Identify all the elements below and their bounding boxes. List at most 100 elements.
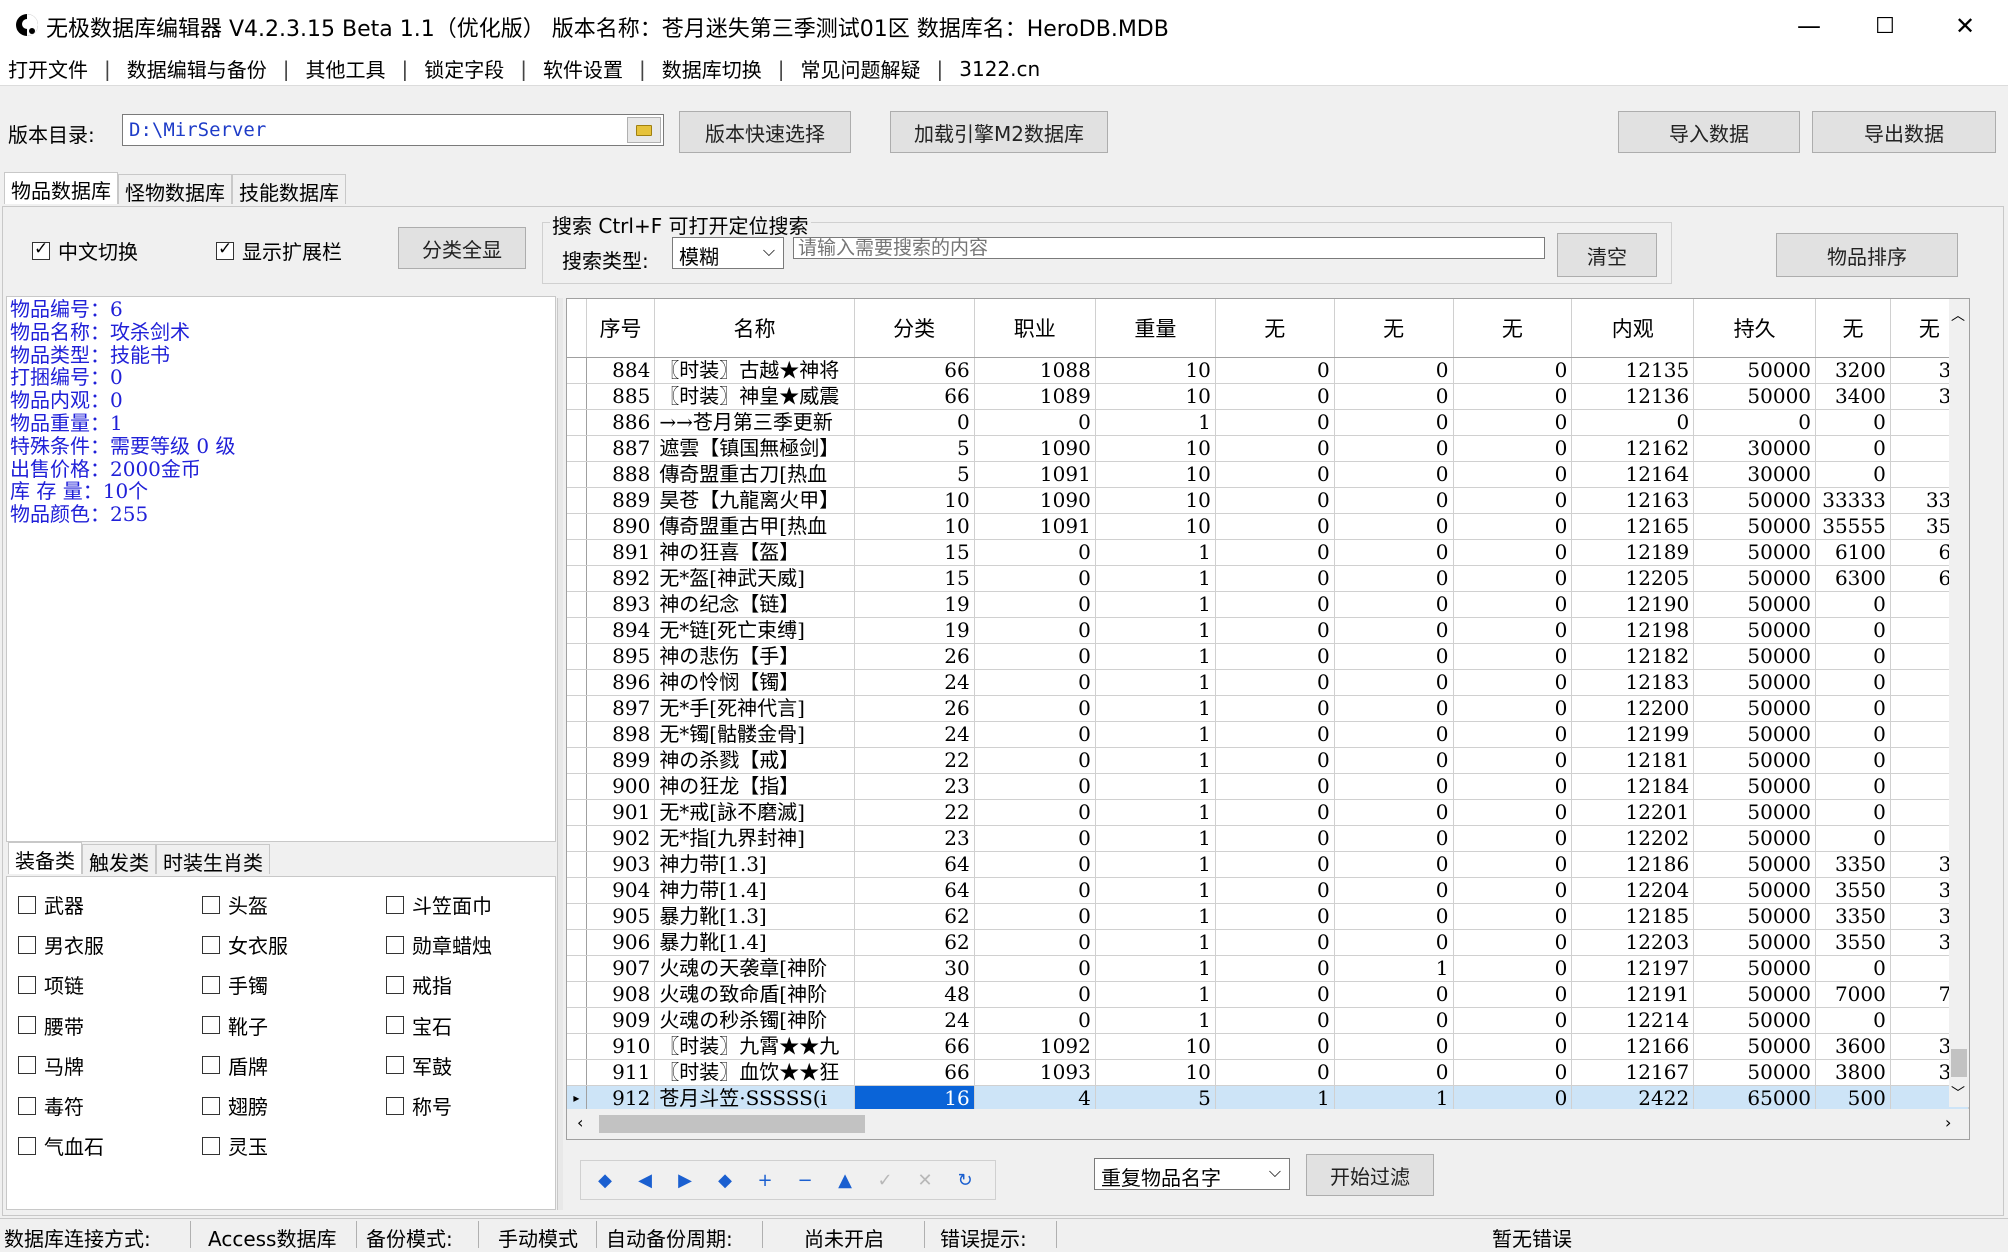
- table-cell[interactable]: 0: [1215, 929, 1335, 956]
- column-header[interactable]: 无: [1334, 299, 1454, 358]
- table-cell[interactable]: 12166: [1571, 1033, 1695, 1060]
- table-cell[interactable]: 5: [854, 461, 975, 488]
- row-header[interactable]: [567, 1033, 587, 1060]
- table-cell[interactable]: 12135: [1571, 357, 1695, 384]
- table-cell[interactable]: 0: [1334, 773, 1454, 800]
- panel-splitter[interactable]: [557, 298, 563, 1210]
- table-cell[interactable]: 890: [586, 513, 656, 540]
- category-checkbox[interactable]: 宝石: [386, 1011, 452, 1040]
- table-cell[interactable]: 0: [974, 799, 1096, 826]
- table-cell[interactable]: 无*戒[詠不磨滅]: [654, 799, 855, 826]
- table-cell[interactable]: 1: [1095, 929, 1216, 956]
- table-cell[interactable]: 0: [974, 1007, 1096, 1034]
- table-cell[interactable]: 50000: [1693, 747, 1817, 774]
- table-cell[interactable]: 12200: [1571, 695, 1695, 722]
- table-cell[interactable]: 19: [854, 617, 975, 644]
- tab-skills-db[interactable]: 技能数据库: [232, 174, 346, 205]
- table-row[interactable]: 891神の狂喜【盔】15010001218950000610061: [567, 539, 1969, 566]
- category-checkbox[interactable]: 腰带: [18, 1011, 84, 1040]
- category-checkbox[interactable]: 手镯: [202, 970, 268, 999]
- cancel-icon[interactable]: ✕: [905, 1162, 945, 1198]
- table-cell[interactable]: 50000: [1693, 513, 1817, 540]
- table-cell[interactable]: 50000: [1693, 591, 1817, 618]
- row-header[interactable]: [567, 903, 587, 930]
- table-cell[interactable]: 4: [974, 1085, 1096, 1112]
- menu-item-0[interactable]: 打开文件: [8, 54, 88, 83]
- table-cell[interactable]: 1093: [974, 1059, 1096, 1086]
- table-cell[interactable]: 0: [1815, 747, 1891, 774]
- edit-icon[interactable]: ▲: [825, 1162, 865, 1198]
- table-cell[interactable]: 0: [1693, 409, 1817, 436]
- row-header[interactable]: [567, 825, 587, 852]
- table-cell[interactable]: 50000: [1693, 799, 1817, 826]
- table-cell[interactable]: 1: [1095, 903, 1216, 930]
- table-cell[interactable]: 3800: [1815, 1059, 1891, 1086]
- table-cell[interactable]: 906: [586, 929, 656, 956]
- table-cell[interactable]: 0: [1453, 929, 1573, 956]
- table-cell[interactable]: 1: [1095, 565, 1216, 592]
- row-header[interactable]: [567, 773, 587, 800]
- table-cell[interactable]: 50000: [1693, 669, 1817, 696]
- table-cell[interactable]: 6300: [1815, 565, 1891, 592]
- category-checkbox[interactable]: 戒指: [386, 970, 452, 999]
- table-cell[interactable]: 12181: [1571, 747, 1695, 774]
- table-cell[interactable]: 1: [1095, 695, 1216, 722]
- column-header[interactable]: 无: [1453, 299, 1573, 358]
- table-cell[interactable]: 0: [1334, 929, 1454, 956]
- table-cell[interactable]: 0: [1334, 461, 1454, 488]
- menu-item-4[interactable]: 软件设置: [543, 54, 623, 83]
- table-cell[interactable]: 0: [1453, 565, 1573, 592]
- table-cell[interactable]: 3350: [1815, 851, 1891, 878]
- column-header[interactable]: 分类: [854, 299, 975, 358]
- tab-fashion-zodiac[interactable]: 时装生肖类: [156, 844, 270, 875]
- table-cell[interactable]: 〖时装〗神皇★威震: [654, 383, 855, 410]
- table-row[interactable]: 884〖时装〗古越★神将661088100001213550000320032: [567, 357, 1969, 384]
- table-cell[interactable]: 50000: [1693, 565, 1817, 592]
- table-cell[interactable]: 0: [974, 747, 1096, 774]
- table-cell[interactable]: 894: [586, 617, 656, 644]
- table-cell[interactable]: 〖时装〗九霄★★九: [654, 1033, 855, 1060]
- vertical-scrollbar[interactable]: ︿ ﹀: [1949, 299, 1969, 1107]
- post-icon[interactable]: ✓: [865, 1162, 905, 1198]
- table-cell[interactable]: 0: [1334, 409, 1454, 436]
- table-cell[interactable]: 0: [1334, 877, 1454, 904]
- table-cell[interactable]: 0: [974, 669, 1096, 696]
- table-cell[interactable]: 1092: [974, 1033, 1096, 1060]
- row-header[interactable]: [567, 565, 587, 592]
- table-cell[interactable]: 26: [854, 695, 975, 722]
- search-input[interactable]: [793, 237, 1545, 259]
- table-cell[interactable]: 0: [974, 643, 1096, 670]
- table-cell[interactable]: 50000: [1693, 539, 1817, 566]
- table-row[interactable]: 911〖时装〗血饮★★狂661093100001216750000380038: [567, 1059, 1969, 1086]
- scroll-up-icon[interactable]: ︿: [1951, 305, 1965, 325]
- table-cell[interactable]: 50000: [1693, 1007, 1817, 1034]
- table-cell[interactable]: 0: [1215, 1059, 1335, 1086]
- table-cell[interactable]: 0: [1815, 1007, 1891, 1034]
- table-cell[interactable]: 神の怜悯【镯】: [654, 669, 855, 696]
- table-cell[interactable]: 12164: [1571, 461, 1695, 488]
- minimize-button[interactable]: —: [1766, 0, 1852, 52]
- column-header[interactable]: 内观: [1571, 299, 1695, 358]
- table-cell[interactable]: 12197: [1571, 955, 1695, 982]
- table-cell[interactable]: 0: [1453, 435, 1573, 462]
- table-cell[interactable]: 884: [586, 357, 656, 384]
- table-cell[interactable]: 0: [1815, 799, 1891, 826]
- table-cell[interactable]: 0: [974, 955, 1096, 982]
- table-cell[interactable]: 3550: [1815, 877, 1891, 904]
- row-header[interactable]: [567, 1007, 587, 1034]
- table-cell[interactable]: 1090: [974, 487, 1096, 514]
- table-cell[interactable]: 神の悲伤【手】: [654, 643, 855, 670]
- category-checkbox[interactable]: 称号: [386, 1091, 452, 1120]
- table-cell[interactable]: 0: [1334, 721, 1454, 748]
- tab-equipment[interactable]: 装备类: [8, 842, 82, 874]
- table-cell[interactable]: 0: [1334, 981, 1454, 1008]
- table-cell[interactable]: 0: [1334, 695, 1454, 722]
- table-row[interactable]: 899 神の杀戮【戒】 22 0 1 0 0 0 12181 50000 0: [567, 747, 1969, 774]
- dir-input[interactable]: D:\MirServer: [122, 114, 664, 146]
- table-cell[interactable]: 10: [1095, 1059, 1216, 1086]
- table-row[interactable]: 896 神の怜悯【镯】 24 0 1 0 0 0 12183 50000 0: [567, 669, 1969, 696]
- table-cell[interactable]: 0: [1815, 643, 1891, 670]
- delete-icon[interactable]: −: [785, 1162, 825, 1198]
- table-cell[interactable]: 0: [1215, 591, 1335, 618]
- table-cell[interactable]: 910: [586, 1033, 656, 1060]
